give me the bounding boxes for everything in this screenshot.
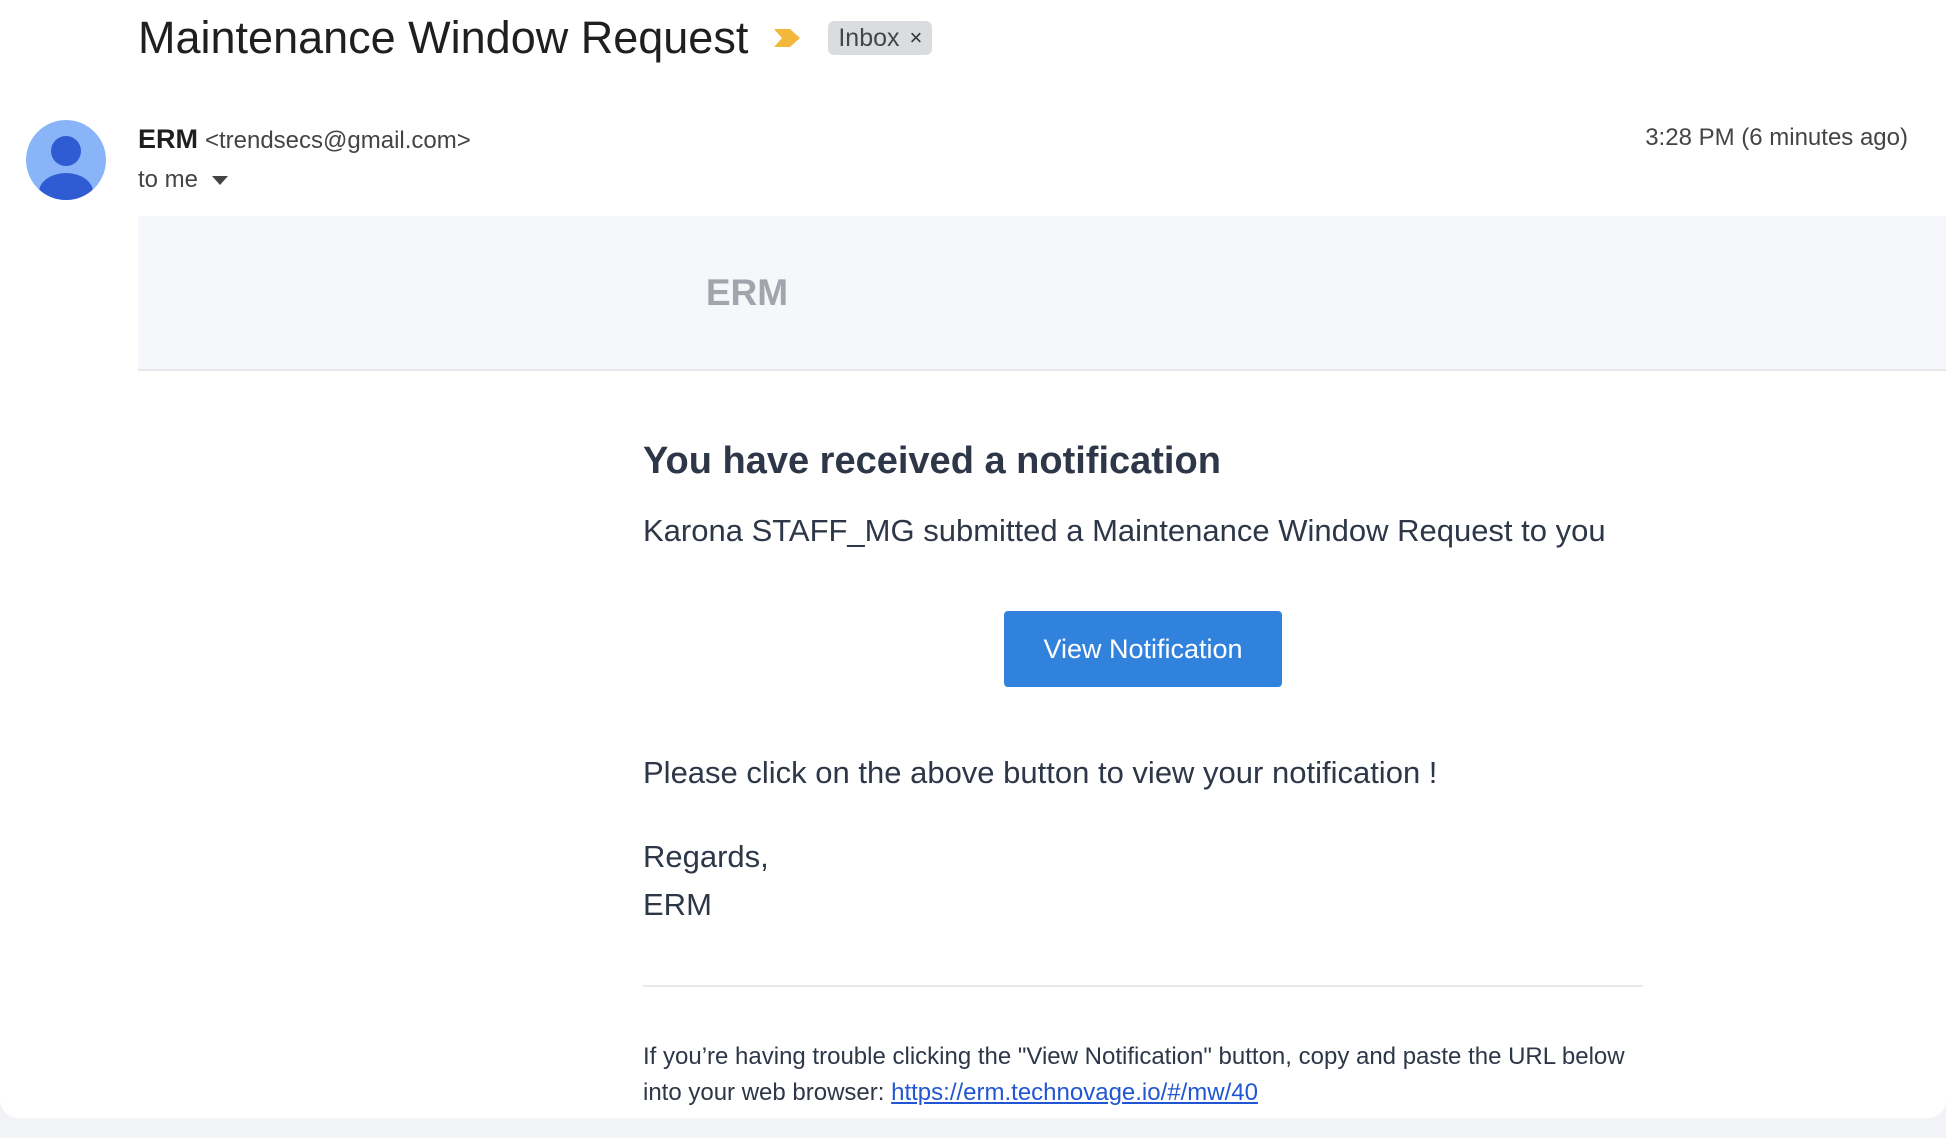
sender-line: ERM <trendsecs@gmail.com> [138, 124, 471, 155]
recipient-line: to me [138, 166, 229, 194]
subject-row: Maintenance Window Request Inbox × [138, 8, 933, 68]
notification-heading: You have received a notification [643, 440, 1221, 482]
divider [643, 985, 1643, 987]
sender-name[interactable]: ERM [138, 124, 198, 154]
brand-name: ERM [705, 271, 789, 313]
signature-text: ERM [643, 887, 712, 922]
sender-email: <trendsecs@gmail.com> [204, 127, 471, 154]
close-icon[interactable]: × [910, 25, 923, 51]
regards-text: Regards, [643, 839, 769, 874]
view-notification-button[interactable]: View Notification [1004, 611, 1282, 687]
button-wrapper: View Notification [643, 611, 1643, 687]
inbox-label-chip: Inbox × [828, 21, 933, 55]
email-view: Maintenance Window Request Inbox × ERM <… [0, 0, 1946, 1118]
email-timestamp: 3:28 PM (6 minutes ago) [1645, 124, 1908, 151]
instruction-text: Please click on the above button to view… [643, 755, 1438, 790]
important-marker-icon[interactable] [772, 27, 802, 49]
email-subject: Maintenance Window Request [138, 12, 749, 63]
email-content: You have received a notification Karona … [643, 440, 1643, 1111]
caret-down-icon[interactable] [212, 175, 229, 185]
person-avatar-icon [39, 136, 93, 200]
notification-url-link[interactable]: https://erm.technovage.io/#/mw/40 [891, 1079, 1258, 1106]
email-brand-banner: ERM [138, 216, 1946, 371]
recipient-text: to me [138, 166, 199, 193]
notification-intro: Karona STAFF_MG submitted a Maintenance … [643, 513, 1606, 548]
sign-off: Regards, ERM [643, 833, 1643, 929]
inbox-label-text: Inbox [838, 23, 900, 52]
trouble-note: If you’re having trouble clicking the "V… [643, 1039, 1643, 1111]
sender-avatar[interactable] [26, 120, 106, 200]
